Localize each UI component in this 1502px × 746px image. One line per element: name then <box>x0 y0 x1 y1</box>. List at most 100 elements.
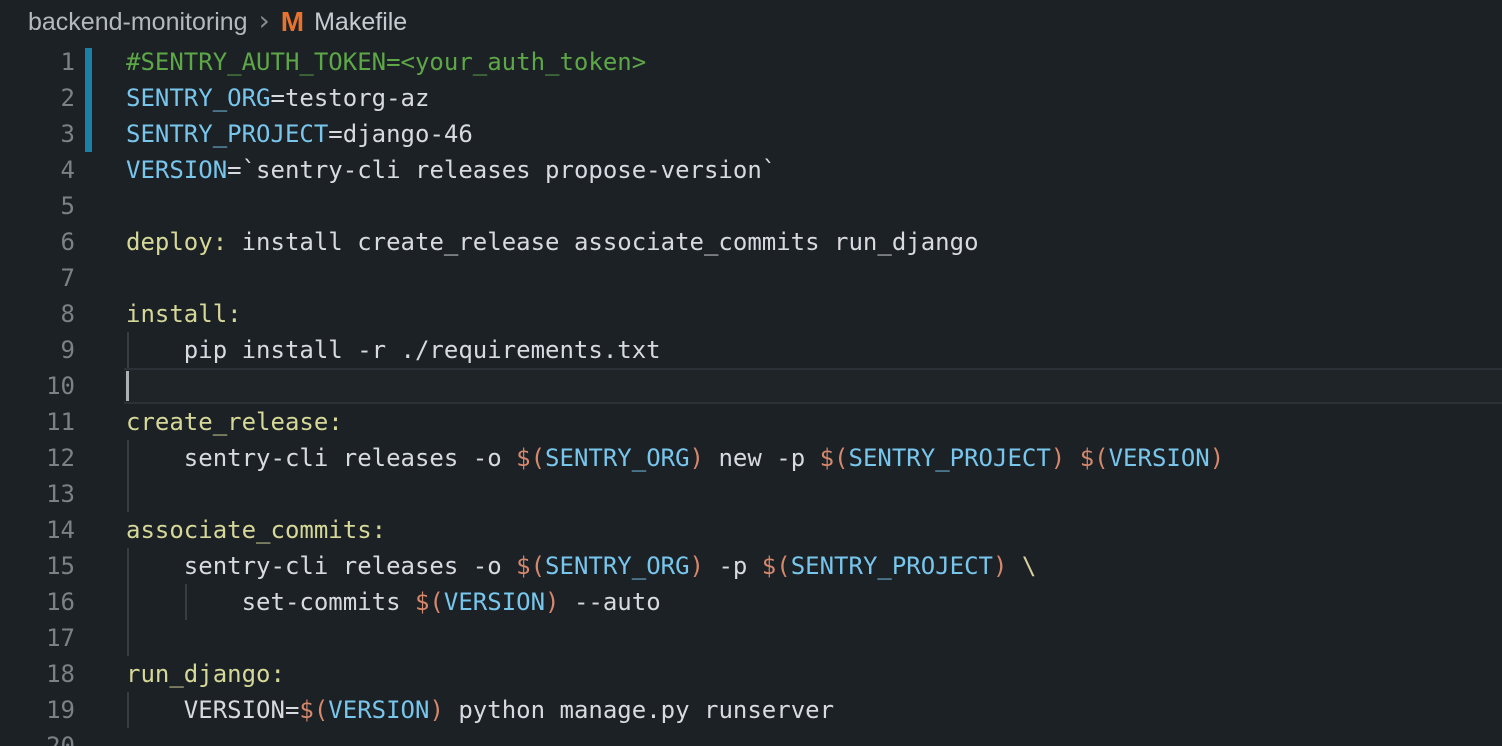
code-text: pip install -r ./requirements.txt <box>126 332 661 368</box>
line-number[interactable]: 11 <box>0 404 75 440</box>
line-number[interactable]: 4 <box>0 152 75 188</box>
code-text: sentry-cli releases -o $(SENTRY_ORG) new… <box>126 440 1224 476</box>
token-punct: ) <box>993 552 1007 580</box>
token-plain: python manage.py runserver <box>444 696 834 724</box>
token-plain: =django-46 <box>328 120 473 148</box>
token-punct: ) <box>690 444 704 472</box>
token-comment: #SENTRY_AUTH_TOKEN=<your_auth_token> <box>126 48 646 76</box>
token-plain <box>1065 444 1079 472</box>
code-text: sentry-cli releases -o $(SENTRY_ORG) -p … <box>126 548 1036 584</box>
token-target: install: <box>126 300 242 328</box>
token-plain <box>1007 552 1021 580</box>
breadcrumb-file[interactable]: Makefile <box>314 8 407 37</box>
line-number[interactable]: 16 <box>0 584 75 620</box>
code-line[interactable]: 5 <box>0 188 1502 224</box>
token-punct: $( <box>415 588 444 616</box>
code-text: #SENTRY_AUTH_TOKEN=<your_auth_token> <box>126 44 646 80</box>
code-text: VERSION=`sentry-cli releases propose-ver… <box>126 152 776 188</box>
code-line[interactable]: 3 SENTRY_PROJECT=django-46 <box>0 116 1502 152</box>
code-line[interactable]: 8 install: <box>0 296 1502 332</box>
token-punct: ) <box>1051 444 1065 472</box>
makefile-icon: M <box>281 6 304 38</box>
code-line[interactable]: 14 associate_commits: <box>0 512 1502 548</box>
code-text: associate_commits: <box>126 512 386 548</box>
token-var: SENTRY_ORG <box>126 84 271 112</box>
line-number[interactable]: 17 <box>0 620 75 656</box>
code-text: deploy: install create_release associate… <box>126 224 979 260</box>
token-plain: install create_release associate_commits… <box>227 228 978 256</box>
code-line[interactable]: 13 <box>0 476 1502 512</box>
code-line[interactable]: 2 SENTRY_ORG=testorg-az <box>0 80 1502 116</box>
code-text: run_django: <box>126 656 285 692</box>
token-punct: ) <box>545 588 559 616</box>
code-line[interactable]: 18 run_django: <box>0 656 1502 692</box>
token-plain: =`sentry-cli releases propose-version` <box>227 156 776 184</box>
line-number[interactable]: 5 <box>0 188 75 224</box>
code-line[interactable]: 17 <box>0 620 1502 656</box>
breadcrumb: backend-monitoring › M Makefile <box>0 0 1502 44</box>
indent-guide <box>127 476 129 512</box>
code-line[interactable]: 19 VERSION=$(VERSION) python manage.py r… <box>0 692 1502 728</box>
code-line[interactable]: 1 #SENTRY_AUTH_TOKEN=<your_auth_token> <box>0 44 1502 80</box>
line-number[interactable]: 1 <box>0 44 75 80</box>
token-plain: set-commits <box>126 588 415 616</box>
token-punct: $( <box>1080 444 1109 472</box>
token-esc: \ <box>1022 552 1036 580</box>
chevron-right-icon: › <box>259 4 270 37</box>
line-number[interactable]: 9 <box>0 332 75 368</box>
token-punct: $( <box>820 444 849 472</box>
line-number[interactable]: 20 <box>0 728 75 746</box>
code-text: SENTRY_PROJECT=django-46 <box>126 116 473 152</box>
line-number[interactable]: 10 <box>0 368 75 404</box>
token-var: VERSION <box>1109 444 1210 472</box>
token-var: SENTRY_PROJECT <box>126 120 328 148</box>
code-text: VERSION=$(VERSION) python manage.py runs… <box>126 692 834 728</box>
token-plain: pip install -r ./requirements.txt <box>126 336 661 364</box>
code-line[interactable]: 11 create_release: <box>0 404 1502 440</box>
token-punct: ) <box>1210 444 1224 472</box>
code-text: create_release: <box>126 404 343 440</box>
token-plain: sentry-cli releases -o <box>126 444 516 472</box>
code-line[interactable]: 6 deploy: install create_release associat… <box>0 224 1502 260</box>
token-plain: sentry-cli releases -o <box>126 552 516 580</box>
token-punct: $( <box>762 552 791 580</box>
line-number[interactable]: 14 <box>0 512 75 548</box>
token-punct: $( <box>516 552 545 580</box>
code-text: SENTRY_ORG=testorg-az <box>126 80 429 116</box>
indent-guide <box>127 620 129 656</box>
token-var: VERSION <box>328 696 429 724</box>
token-punct: ) <box>429 696 443 724</box>
line-number[interactable]: 7 <box>0 260 75 296</box>
code-line[interactable]: 15 sentry-cli releases -o $(SENTRY_ORG) … <box>0 548 1502 584</box>
code-line[interactable]: 9 pip install -r ./requirements.txt <box>0 332 1502 368</box>
code-line[interactable]: 12 sentry-cli releases -o $(SENTRY_ORG) … <box>0 440 1502 476</box>
code-line[interactable]: 16 set-commits $(VERSION) --auto <box>0 584 1502 620</box>
line-number[interactable]: 8 <box>0 296 75 332</box>
breadcrumb-folder[interactable]: backend-monitoring <box>28 8 248 37</box>
line-number[interactable]: 19 <box>0 692 75 728</box>
token-punct: $( <box>516 444 545 472</box>
code-line[interactable]: 7 <box>0 260 1502 296</box>
code-line[interactable]: 20 <box>0 728 1502 746</box>
token-var: SENTRY_ORG <box>545 552 690 580</box>
line-number[interactable]: 18 <box>0 656 75 692</box>
code-line[interactable]: 10 <box>0 368 1502 404</box>
token-plain: --auto <box>560 588 661 616</box>
line-number[interactable]: 2 <box>0 80 75 116</box>
token-target: associate_commits: <box>126 516 386 544</box>
code-text: install: <box>126 296 242 332</box>
line-number[interactable]: 13 <box>0 476 75 512</box>
token-target: run_django: <box>126 660 285 688</box>
line-number[interactable]: 12 <box>0 440 75 476</box>
token-var: VERSION <box>126 156 227 184</box>
line-number[interactable]: 3 <box>0 116 75 152</box>
line-number[interactable]: 6 <box>0 224 75 260</box>
editor-content[interactable]: 1 #SENTRY_AUTH_TOKEN=<your_auth_token> 2 SE… <box>0 44 1502 746</box>
line-number[interactable]: 15 <box>0 548 75 584</box>
token-var: SENTRY_PROJECT <box>791 552 993 580</box>
code-text: set-commits $(VERSION) --auto <box>126 584 661 620</box>
code-line[interactable]: 4 VERSION=`sentry-cli releases propose-ve… <box>0 152 1502 188</box>
token-var: VERSION <box>444 588 545 616</box>
code-editor-window: backend-monitoring › M Makefile 1 #SENTRY… <box>0 0 1502 746</box>
token-target: create_release: <box>126 408 343 436</box>
